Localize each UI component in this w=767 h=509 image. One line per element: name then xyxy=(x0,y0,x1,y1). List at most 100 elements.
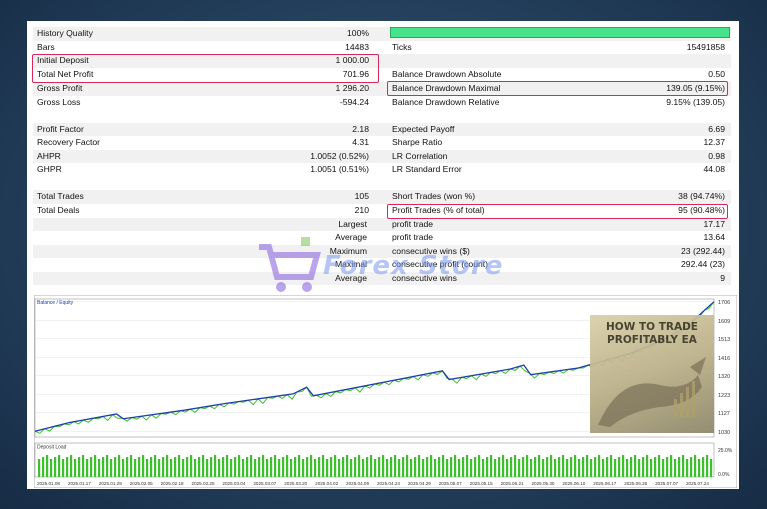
load-bar xyxy=(470,459,473,477)
load-bar xyxy=(262,455,265,477)
deposit-load-title: Deposit Load xyxy=(37,445,67,451)
load-bar xyxy=(710,459,713,477)
load-bar xyxy=(206,459,209,477)
load-bar xyxy=(254,459,257,477)
load-bar xyxy=(106,455,109,477)
load-bar xyxy=(570,457,573,477)
load-bar xyxy=(318,457,321,477)
load-bar xyxy=(670,455,673,477)
load-bar xyxy=(674,459,677,477)
right-value: 44.08 xyxy=(703,164,725,174)
load-bar xyxy=(458,459,461,477)
date-label: 2025.02.18 xyxy=(161,481,184,486)
right-label: Sharpe Ratio xyxy=(392,137,443,147)
right-value: 12.37 xyxy=(703,137,725,147)
load-bar xyxy=(314,459,317,477)
load-bar xyxy=(98,459,101,477)
right-value: 9 xyxy=(720,272,725,283)
load-bar xyxy=(178,455,181,477)
load-bar xyxy=(590,459,593,477)
load-bar xyxy=(490,455,493,477)
load-bar xyxy=(586,455,589,477)
left-label: Recovery Factor xyxy=(37,137,101,147)
right-value: 0.50 xyxy=(708,69,725,79)
load-bar xyxy=(386,459,389,477)
load-bar xyxy=(310,455,313,477)
load-bar xyxy=(362,459,365,477)
right-value: 9.15% (139.05) xyxy=(666,96,725,107)
chart-legend: Balance / Equity xyxy=(37,300,74,306)
y-tick-label: 1030 xyxy=(718,430,730,436)
date-label: 2025.05.07 xyxy=(439,481,462,486)
load-bar xyxy=(514,455,517,477)
load-bar xyxy=(338,459,341,477)
load-bar xyxy=(282,457,285,477)
report-row: AHPR 1.0052 (0.52%) LR Correlation 0.98 xyxy=(33,149,731,163)
right-value: 6.69 xyxy=(708,123,725,134)
load-bar xyxy=(578,459,581,477)
history-quality-bar xyxy=(390,27,730,38)
load-bar xyxy=(410,459,413,477)
load-bar xyxy=(334,455,337,477)
report-row: Bars 14483 Ticks 15491858 xyxy=(33,41,731,55)
left-value: 105 xyxy=(354,191,369,201)
load-bar xyxy=(630,457,633,477)
load-bar xyxy=(474,457,477,477)
report-row: Average consecutive wins 9 xyxy=(33,271,731,285)
load-bar xyxy=(634,455,637,477)
load-bar xyxy=(42,457,45,477)
left-label: Bars xyxy=(37,41,55,52)
load-bar xyxy=(322,455,325,477)
report-row: Recovery Factor 4.31 Sharpe Ratio 12.37 xyxy=(33,136,731,150)
load-bar xyxy=(350,459,353,477)
load-bar xyxy=(90,457,93,477)
load-bar xyxy=(582,457,585,477)
date-label: 2025.07.24 xyxy=(686,481,709,486)
right-label: Balance Drawdown Relative xyxy=(392,96,500,107)
load-bar xyxy=(466,455,469,477)
report-row: GHPR 1.0051 (0.51%) LR Standard Error 44.08 xyxy=(33,163,731,177)
load-bar xyxy=(286,455,289,477)
left-label: Largest xyxy=(338,218,367,229)
load-bar xyxy=(382,455,385,477)
load-bar xyxy=(298,455,301,477)
load-bar xyxy=(122,459,125,477)
left-label: Total Deals xyxy=(37,205,80,215)
load-bar xyxy=(46,455,49,477)
date-label: 2025.03.04 xyxy=(222,481,245,486)
load-bar xyxy=(62,459,65,477)
load-bar xyxy=(330,457,333,477)
load-bar xyxy=(358,455,361,477)
date-label: 2025.02.05 xyxy=(130,481,153,486)
date-label: 2025.01.08 xyxy=(37,481,60,486)
left-label: Profit Factor xyxy=(37,123,84,134)
load-bar xyxy=(562,455,565,477)
right-label: Expected Payoff xyxy=(392,123,455,134)
date-label: 2025.05.21 xyxy=(501,481,524,486)
date-label: 2025.06.26 xyxy=(624,481,647,486)
date-label: 2025.03.20 xyxy=(284,481,307,486)
date-label: 2025.06.10 xyxy=(562,481,585,486)
load-bar xyxy=(478,455,481,477)
y-tick-label: 1223 xyxy=(718,393,730,399)
load-bar xyxy=(558,457,561,477)
load-bar xyxy=(198,457,201,477)
report-row: Maximum consecutive wins ($) 23 (292.44) xyxy=(33,244,731,258)
report-row: Gross Loss -594.24 Balance Drawdown Relati… xyxy=(33,96,731,110)
load-bar xyxy=(486,457,489,477)
load-bar xyxy=(642,457,645,477)
load-bar xyxy=(278,459,281,477)
load-bar xyxy=(686,459,689,477)
load-bar xyxy=(38,459,41,477)
load-bar xyxy=(546,457,549,477)
load-bar xyxy=(270,457,273,477)
load-bar xyxy=(618,457,621,477)
left-label: Maximal xyxy=(335,259,367,269)
y-tick-label: 1127 xyxy=(718,411,730,417)
load-bar xyxy=(614,459,617,477)
left-value: 1.0051 (0.51%) xyxy=(310,164,369,174)
y-tick-label: 1609 xyxy=(718,319,730,325)
load-bar xyxy=(622,455,625,477)
load-bar xyxy=(502,455,505,477)
load-bar xyxy=(442,455,445,477)
